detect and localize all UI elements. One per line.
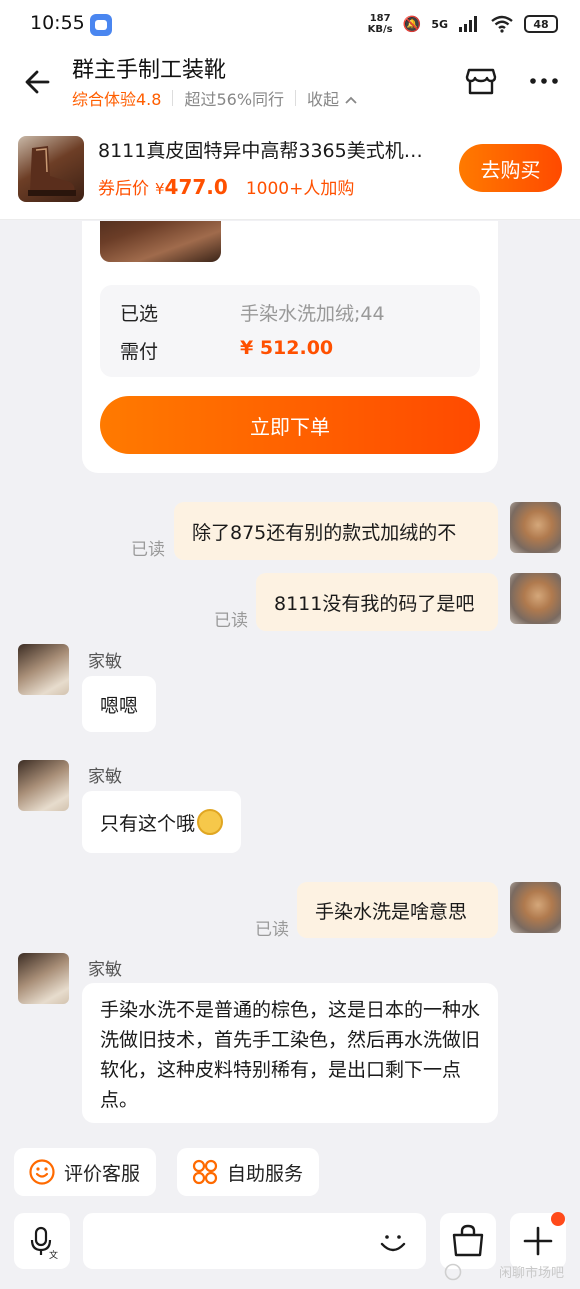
- agent-name: 家敏: [88, 960, 122, 980]
- product-name: 8111真皮固特异中高帮3365美式机车靴: [98, 140, 438, 162]
- selected-label: 已选: [120, 303, 159, 325]
- cell-signal-icon: [459, 16, 477, 32]
- wifi-icon: [491, 15, 513, 33]
- shop-title[interactable]: 群主手制工装靴: [72, 52, 226, 84]
- svg-text:文: 文: [49, 1249, 58, 1261]
- app-notification-icon: [90, 14, 112, 36]
- self-service-label: 自助服务: [227, 1162, 304, 1185]
- microphone-icon: 文: [30, 1226, 58, 1261]
- emoji-picker-icon[interactable]: [376, 1225, 410, 1259]
- my-avatar[interactable]: [510, 573, 561, 624]
- smiley-icon: [29, 1159, 55, 1185]
- message-bubble-mine[interactable]: 8111没有我的码了是吧: [256, 573, 498, 631]
- shop-meta: 综合体验4.8 超过56%同行 收起: [72, 86, 358, 110]
- order-info: 已选 手染水洗加绒;44 需付 ¥ 512.00: [100, 285, 480, 377]
- mute-icon: 🔕: [402, 15, 422, 33]
- my-avatar[interactable]: [510, 882, 561, 933]
- back-arrow-icon[interactable]: [20, 64, 56, 100]
- pay-value: ¥ 512.00: [240, 337, 334, 359]
- read-status: 已读: [255, 920, 289, 940]
- chat-messages[interactable]: 已选 手染水洗加绒;44 需付 ¥ 512.00 立即下单 已读 除了875还有…: [0, 221, 580, 1141]
- currency-symbol: ¥: [155, 180, 165, 198]
- input-bar: 文 闲聊市场吧: [0, 1208, 580, 1289]
- battery-level: 48: [533, 17, 549, 31]
- collapse-toggle[interactable]: 收起: [307, 86, 358, 110]
- store-icon[interactable]: [464, 64, 498, 98]
- collapse-label: 收起: [307, 90, 340, 109]
- buy-button[interactable]: 去购买: [459, 144, 562, 192]
- grid-icon: [192, 1159, 218, 1185]
- emoji-icon: [197, 809, 224, 835]
- product-banner[interactable]: 8111真皮固特异中高帮3365美式机车靴 券后价 ¥ 477.0 1000+人…: [0, 120, 580, 220]
- product-thumbnail[interactable]: [18, 136, 84, 202]
- notification-dot: [551, 1212, 565, 1226]
- voice-input-button[interactable]: 文: [14, 1213, 70, 1269]
- read-status: 已读: [214, 611, 248, 631]
- message-bubble-mine[interactable]: 除了875还有别的款式加绒的不: [174, 502, 498, 560]
- message-bubble-agent[interactable]: 嗯嗯: [82, 676, 157, 732]
- agent-name: 家敏: [88, 652, 122, 672]
- network-speed: 187 KB/s: [368, 13, 393, 35]
- my-avatar[interactable]: [510, 502, 561, 553]
- message-bubble-agent[interactable]: 手染水洗不是普通的棕色，这是日本的一种水洗做旧技术，首先手工染色，然后再水洗做旧…: [82, 983, 498, 1123]
- message-bubble-agent[interactable]: 只有这个哦: [82, 791, 242, 853]
- agent-avatar[interactable]: [18, 953, 69, 1004]
- quick-actions: 评价客服 自助服务: [0, 1148, 580, 1198]
- network-type: 5G: [431, 17, 448, 31]
- order-product-image[interactable]: [100, 221, 221, 262]
- boot-image: [28, 146, 76, 196]
- divider: [295, 90, 297, 106]
- self-service-button[interactable]: 自助服务: [177, 1148, 320, 1196]
- more-icon[interactable]: [528, 64, 560, 98]
- price-prefix: 券后价: [98, 179, 149, 199]
- product-price: 券后价 ¥ 477.0 1000+人加购: [98, 174, 354, 199]
- agent-avatar[interactable]: [18, 760, 69, 811]
- selected-value: 手染水洗加绒;44: [240, 303, 385, 325]
- message-text: 只有这个哦: [100, 812, 196, 835]
- read-status: 已读: [131, 540, 165, 560]
- shop-rating: 综合体验4.8: [72, 90, 162, 109]
- network-speed-unit: KB/s: [367, 24, 393, 35]
- shopping-bag-icon: [452, 1224, 484, 1257]
- watermark-logo-icon: [444, 1263, 462, 1281]
- shop-percentile: 超过56%同行: [184, 90, 285, 109]
- divider: [172, 90, 174, 106]
- status-time: 10:55: [30, 12, 85, 34]
- price-value: 477.0: [164, 175, 228, 199]
- place-order-button[interactable]: 立即下单: [100, 396, 480, 454]
- order-card: 已选 手染水洗加绒;44 需付 ¥ 512.00 立即下单: [82, 221, 498, 473]
- pay-label: 需付: [120, 341, 159, 363]
- watermark: 闲聊市场吧: [498, 1266, 564, 1281]
- status-indicators: 187 KB/s 🔕 5G 48: [368, 13, 558, 35]
- network-speed-value: 187: [369, 13, 391, 24]
- message-bubble-mine[interactable]: 手染水洗是啥意思: [297, 882, 498, 938]
- chevron-up-icon: [345, 96, 357, 104]
- review-service-label: 评价客服: [64, 1162, 141, 1185]
- products-button[interactable]: [440, 1213, 496, 1269]
- battery-indicator: 48: [524, 15, 558, 33]
- chat-header: 群主手制工装靴 综合体验4.8 超过56%同行 收起: [0, 50, 580, 120]
- agent-avatar[interactable]: [18, 644, 69, 695]
- buyers-count: 1000+人加购: [245, 179, 355, 199]
- message-input[interactable]: [83, 1213, 426, 1269]
- status-bar: 10:55 187 KB/s 🔕 5G 48: [0, 0, 580, 50]
- agent-name: 家敏: [88, 767, 122, 787]
- review-service-button[interactable]: 评价客服: [14, 1148, 157, 1196]
